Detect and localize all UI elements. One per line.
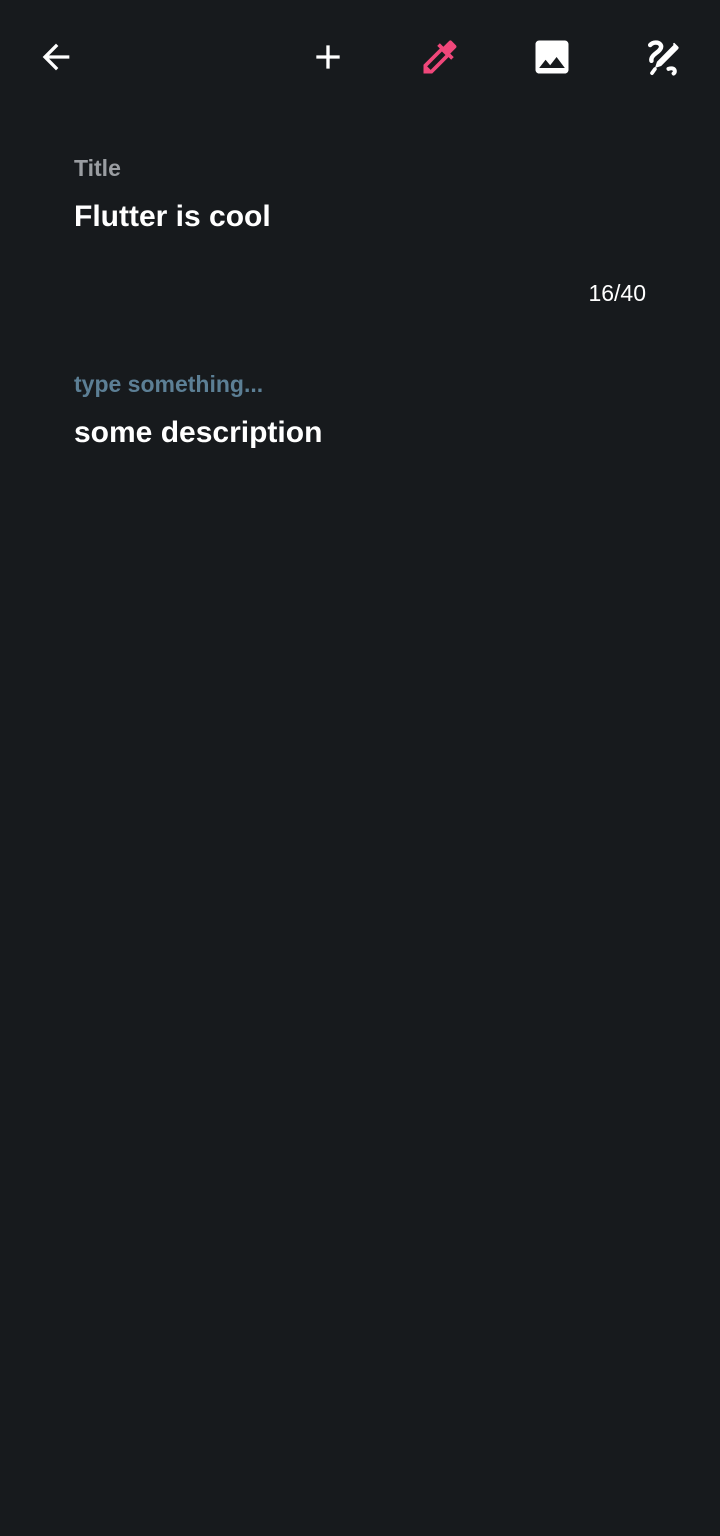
description-field: type something... bbox=[74, 368, 646, 468]
description-label: type something... bbox=[74, 371, 264, 397]
color-picker-button[interactable] bbox=[412, 29, 468, 85]
note-editor-screen: Title 16/40 type something... bbox=[0, 0, 720, 1536]
draw-icon bbox=[647, 40, 679, 76]
title-field: Title 16/40 bbox=[74, 152, 646, 322]
title-input[interactable] bbox=[74, 197, 646, 237]
add-icon bbox=[316, 45, 340, 69]
draw-button[interactable] bbox=[635, 29, 691, 85]
color-picker-icon bbox=[423, 40, 457, 74]
title-label: Title bbox=[74, 155, 121, 181]
image-icon bbox=[535, 40, 569, 74]
title-character-counter: 16/40 bbox=[588, 280, 646, 306]
image-button[interactable] bbox=[524, 29, 580, 85]
arrow-back-icon bbox=[42, 43, 70, 71]
back-button[interactable] bbox=[28, 29, 84, 85]
add-button[interactable] bbox=[300, 29, 356, 85]
description-input[interactable] bbox=[74, 413, 646, 453]
toolbar bbox=[0, 0, 720, 112]
